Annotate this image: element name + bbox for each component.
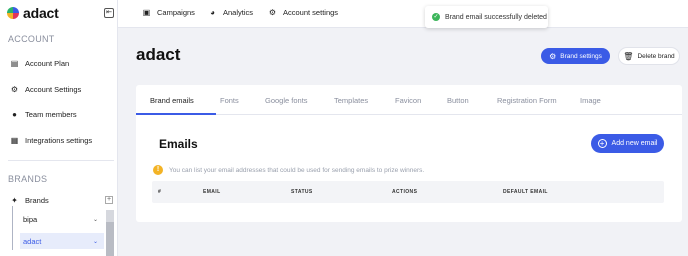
emails-title: Emails	[159, 137, 198, 151]
page-title: adact	[136, 45, 181, 64]
brands-section-title: BRANDS	[8, 174, 48, 184]
sparkle-icon: ✦	[11, 196, 18, 205]
sidebar-divider	[8, 160, 114, 161]
logo-text: adact	[23, 5, 59, 21]
sidebar: adact ⇤ ACCOUNT ▤ Account Plan ⚙ Account…	[0, 0, 118, 256]
plus-circle-icon: +	[597, 139, 607, 148]
brand-settings-button[interactable]: ⚙ Brand settings	[541, 48, 610, 64]
tab-favicon[interactable]: Favicon	[395, 96, 421, 105]
logo[interactable]: adact	[7, 5, 59, 21]
column-header: DEFAULT EMAIL	[503, 189, 548, 195]
sidebar-item-label: Brands	[25, 196, 49, 205]
trash-icon: 🗑	[623, 51, 634, 61]
scrollbar-thumb[interactable]	[106, 222, 114, 256]
toast-notification: ✓ Brand email successfully deleted	[425, 6, 548, 28]
topnav-campaigns[interactable]: ▣ Campaigns	[142, 8, 195, 17]
sidebar-item-account-settings[interactable]: ⚙ Account Settings	[10, 85, 81, 94]
add-new-email-button[interactable]: + Add new email	[591, 134, 664, 153]
tab-templates[interactable]: Templates	[334, 96, 368, 105]
tab-registration-form[interactable]: Registration Form	[497, 96, 557, 105]
brand-item-adact[interactable]: adact ⌄	[20, 233, 104, 249]
active-tab-indicator	[136, 113, 216, 115]
collapse-left-icon[interactable]: ⇤	[104, 8, 114, 18]
gear-icon: ⚙	[549, 51, 557, 61]
tab-google-fonts[interactable]: Google fonts	[265, 96, 308, 105]
brand-item-label: adact	[23, 236, 42, 246]
tab-image[interactable]: Image	[580, 96, 601, 105]
add-brand-icon[interactable]: +	[105, 196, 113, 204]
brand-settings-label: Brand settings	[560, 52, 602, 60]
tree-line	[12, 206, 13, 250]
tab-bar: Brand emails Fonts Google fonts Template…	[136, 85, 682, 115]
info-text: You can list your email addresses that c…	[169, 166, 425, 174]
users-icon: ●	[12, 110, 17, 119]
delete-brand-label: Delete brand	[637, 52, 675, 60]
grid-icon: ▦	[10, 136, 19, 145]
tab-button[interactable]: Button	[447, 96, 469, 105]
top-bar: ▣ Campaigns ◕ Analytics ⚙ Account settin…	[118, 0, 688, 28]
sidebar-item-label: Account Plan	[25, 59, 70, 68]
sidebar-item-brands[interactable]: ✦ Brands	[10, 196, 49, 205]
logo-icon	[7, 7, 19, 19]
tab-fonts[interactable]: Fonts	[220, 96, 239, 105]
info-message: ! You can list your email addresses that…	[153, 165, 424, 175]
sidebar-item-integrations-settings[interactable]: ▦ Integrations settings	[10, 136, 92, 145]
topnav-analytics[interactable]: ◕ Analytics	[208, 8, 253, 17]
document-icon: ▤	[10, 59, 19, 68]
topnav-label: Account settings	[283, 8, 339, 17]
chevron-down-icon[interactable]: ⌄	[93, 216, 98, 223]
gear-icon: ⚙	[268, 8, 277, 17]
pie-chart-icon: ◕	[210, 8, 215, 17]
sidebar-item-account-plan[interactable]: ▤ Account Plan	[10, 59, 69, 68]
gear-icon: ⚙	[10, 85, 19, 94]
column-header: STATUS	[291, 189, 313, 195]
brand-item-label: bipa	[23, 214, 38, 224]
sidebar-item-label: Team members	[25, 110, 77, 119]
toast-message: Brand email successfully deleted	[445, 13, 547, 21]
account-section-title: ACCOUNT	[8, 34, 55, 44]
chevron-down-icon[interactable]: ⌄	[93, 238, 98, 245]
calendar-icon: ▣	[142, 8, 151, 17]
tab-brand-emails[interactable]: Brand emails	[150, 96, 194, 105]
info-icon: !	[153, 165, 163, 175]
sidebar-item-label: Account Settings	[25, 85, 82, 94]
brand-card: Brand emails Fonts Google fonts Template…	[136, 85, 682, 222]
sidebar-item-team-members[interactable]: ● Team members	[10, 110, 77, 119]
brand-item-bipa[interactable]: bipa ⌄	[20, 212, 104, 226]
delete-brand-button[interactable]: 🗑 Delete brand	[618, 47, 680, 65]
topnav-label: Campaigns	[157, 8, 195, 17]
topnav-account-settings[interactable]: ⚙ Account settings	[268, 8, 338, 17]
emails-table-header: # EMAIL STATUS ACTIONS DEFAULT EMAIL	[152, 181, 664, 203]
column-header: ACTIONS	[392, 189, 418, 195]
column-header: #	[158, 189, 162, 195]
check-circle-icon: ✓	[432, 13, 440, 21]
sidebar-item-label: Integrations settings	[25, 136, 93, 145]
column-header: EMAIL	[203, 189, 221, 195]
topnav-label: Analytics	[223, 8, 254, 17]
add-new-email-label: Add new email	[611, 140, 658, 147]
